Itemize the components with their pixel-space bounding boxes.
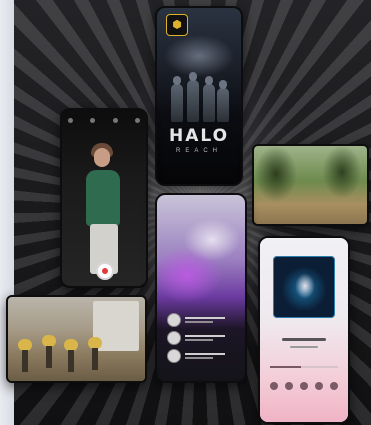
halo-screen: ⬢ HALO REACH	[157, 8, 241, 184]
flash-icon[interactable]	[68, 118, 73, 123]
yellow-robot	[64, 339, 78, 373]
spartan-figure	[217, 80, 229, 122]
camera-toolbar	[68, 118, 140, 124]
list-item[interactable]	[167, 349, 225, 363]
forest-photo	[254, 146, 367, 224]
play-icon[interactable]	[300, 382, 308, 390]
portrait-camera-phone	[60, 108, 148, 288]
spartan-figure	[171, 76, 183, 122]
glitter-phone	[155, 193, 247, 383]
ratio-icon[interactable]	[112, 118, 118, 123]
previous-icon[interactable]	[285, 382, 293, 390]
subject-green-top	[86, 170, 120, 226]
list-item[interactable]	[167, 331, 225, 345]
settings-icon[interactable]	[134, 118, 140, 123]
halo-subtitle: REACH	[175, 148, 222, 154]
glitter-wallpaper	[157, 195, 245, 381]
robots-game-scene	[8, 297, 145, 381]
yellow-robot	[18, 339, 32, 373]
yellow-robot	[88, 337, 102, 371]
robots-tablet	[6, 295, 147, 383]
forest-tablet	[252, 144, 369, 226]
shutter-button-icon[interactable]	[96, 262, 114, 280]
playback-progress-fill	[270, 366, 301, 368]
promo-collage: ⬢ HALO REACH	[0, 0, 371, 425]
next-icon[interactable]	[315, 382, 323, 390]
halo-badge-icon: ⬢	[166, 14, 188, 36]
playback-controls	[270, 382, 338, 390]
yellow-robot	[42, 335, 56, 369]
song-title-placeholder	[282, 338, 326, 341]
repeat-icon[interactable]	[330, 382, 338, 390]
list-item[interactable]	[167, 313, 225, 327]
avatar	[167, 313, 181, 327]
music-player-phone	[258, 236, 350, 424]
shuffle-icon[interactable]	[270, 382, 278, 390]
music-player-screen	[260, 238, 348, 422]
camera-viewfinder	[62, 110, 146, 286]
avatar	[167, 331, 181, 345]
playback-progress-bar[interactable]	[270, 366, 338, 368]
spartan-figure	[187, 72, 199, 122]
artist-placeholder	[290, 346, 318, 348]
spartan-figure	[203, 76, 215, 122]
halo-wordmark: HALO	[168, 126, 230, 146]
avatar	[167, 349, 181, 363]
halo-phone: ⬢ HALO REACH	[155, 6, 243, 186]
subject-head	[94, 148, 110, 167]
album-art	[273, 256, 335, 318]
timer-icon[interactable]	[90, 118, 96, 123]
